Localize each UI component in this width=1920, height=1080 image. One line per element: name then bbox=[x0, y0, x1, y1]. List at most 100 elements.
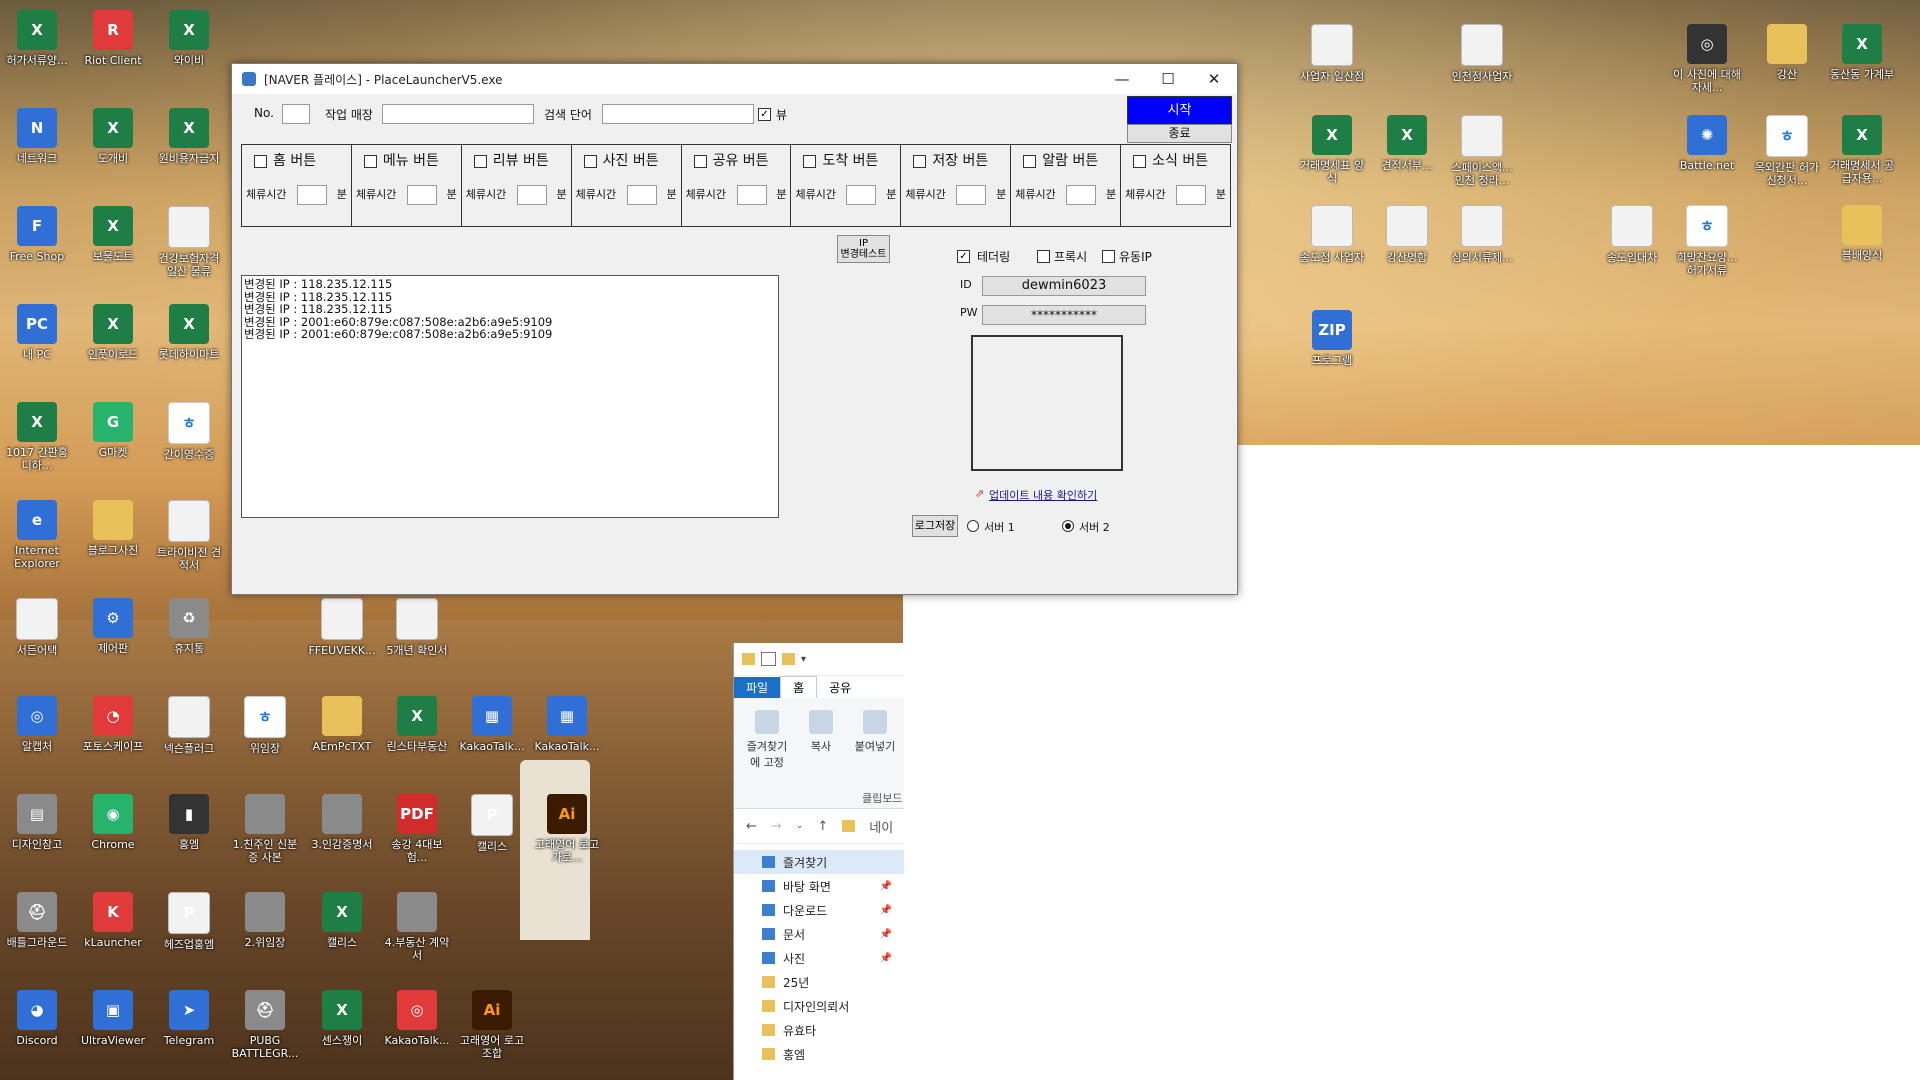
address-bar[interactable]: 네이 bbox=[869, 817, 893, 836]
stay-time-input[interactable] bbox=[846, 185, 877, 205]
desktop-icon[interactable]: ㅎ 희망찬요양... 허가서류 bbox=[1672, 205, 1742, 277]
nav-tree-item[interactable]: 바탕 화면 📌 bbox=[734, 874, 904, 898]
stay-time-input[interactable] bbox=[736, 185, 767, 205]
stay-time-input[interactable] bbox=[956, 185, 987, 205]
desktop-icon[interactable]: P 캘리스 bbox=[457, 794, 527, 853]
button-option-checkbox[interactable] bbox=[473, 154, 487, 168]
ribbon-tab[interactable]: 홈 bbox=[780, 676, 818, 698]
button-option-checkbox[interactable] bbox=[803, 154, 817, 168]
recent-icon[interactable]: ⌄ bbox=[796, 821, 804, 831]
desktop-icon[interactable]: 2.위임장 bbox=[230, 892, 300, 949]
desktop-icon[interactable]: ◎ 알캡처 bbox=[2, 696, 72, 753]
desktop-icon[interactable]: 블배양식 bbox=[1827, 205, 1897, 262]
desktop-icon[interactable]: ♻ 휴지통 bbox=[154, 598, 224, 655]
desktop-icon[interactable]: ◕ Discord bbox=[2, 990, 72, 1047]
button-option-checkbox[interactable] bbox=[913, 154, 927, 168]
desktop-icon[interactable]: G G마켓 bbox=[78, 402, 148, 459]
close-button[interactable]: ✕ bbox=[1191, 64, 1237, 94]
button-option-title[interactable]: 사진 버튼 bbox=[583, 150, 659, 170]
desktop-icon[interactable]: X 동산동 가계부 bbox=[1827, 24, 1897, 81]
desktop-icon[interactable]: N 네트워크 bbox=[2, 108, 72, 165]
button-option-checkbox[interactable] bbox=[693, 154, 707, 168]
desktop-icon[interactable]: 3.인감증명서 bbox=[307, 794, 377, 851]
desktop-icon[interactable]: 인천점사업자 bbox=[1447, 24, 1517, 83]
back-icon[interactable]: ← bbox=[746, 819, 757, 834]
button-option-title[interactable]: 저장 버튼 bbox=[913, 150, 988, 170]
no-input[interactable] bbox=[282, 104, 310, 124]
nav-tree-item[interactable]: 다운로드 📌 bbox=[734, 898, 904, 922]
desktop-icon[interactable]: X 허가서류양... bbox=[2, 10, 72, 67]
button-option-title[interactable]: 알람 버튼 bbox=[1023, 150, 1098, 170]
desktop-icon[interactable]: 스페이스액... 인천 청라... bbox=[1447, 115, 1517, 187]
desktop-icon[interactable]: X 1017 간판홍디하... bbox=[2, 402, 72, 472]
ribbon-tab[interactable]: 파일 bbox=[734, 676, 781, 698]
button-option-checkbox[interactable] bbox=[254, 154, 267, 168]
desktop-icon[interactable]: F Free Shop bbox=[2, 206, 72, 263]
ip-log-textarea[interactable]: 변경된 IP : 118.235.12.115 변경된 IP : 118.235.… bbox=[241, 275, 779, 518]
desktop-icon[interactable]: X 롯데하이마트 bbox=[154, 304, 224, 361]
log-save-button[interactable]: 로그저장 bbox=[912, 515, 958, 537]
ribbon-button[interactable]: 즐겨찾기에 고정 bbox=[742, 710, 792, 770]
desktop-icon[interactable]: 5개년 확인서 bbox=[382, 598, 452, 657]
desktop-icon[interactable]: Ai 고래영어 로고가로... bbox=[532, 794, 602, 864]
stay-time-input[interactable] bbox=[297, 185, 327, 205]
button-option-title[interactable]: 홈 버튼 bbox=[254, 150, 316, 170]
desktop-icon[interactable]: X 센스쟁이 bbox=[307, 990, 377, 1047]
desktop-icon[interactable]: P 헤즈업홍엠 bbox=[154, 892, 224, 951]
button-option-title[interactable]: 공유 버튼 bbox=[693, 150, 769, 170]
forward-icon[interactable]: → bbox=[771, 819, 782, 834]
tethering-checkbox[interactable]: ✓ bbox=[957, 250, 970, 263]
desktop-icon[interactable]: X 캘리스 bbox=[307, 892, 377, 949]
end-button[interactable]: 종료 bbox=[1127, 124, 1232, 143]
nav-tree-item[interactable]: 사진 📌 bbox=[734, 946, 904, 970]
stay-time-input[interactable] bbox=[626, 185, 657, 205]
desktop-icon[interactable]: ⛑ 배틀그라운드 bbox=[2, 892, 72, 949]
desktop-icon[interactable]: 송도점 사업자 bbox=[1297, 205, 1367, 264]
desktop-icon[interactable]: ▦ KakaoTalk... bbox=[532, 696, 602, 753]
desktop-icon[interactable]: 블로그사진 bbox=[78, 500, 148, 557]
desktop-icon[interactable]: PC 내 PC bbox=[2, 304, 72, 361]
desktop-icon[interactable]: 송도임대차 bbox=[1597, 205, 1667, 264]
ribbon-tab[interactable]: 공유 bbox=[817, 677, 863, 698]
minimize-button[interactable]: — bbox=[1099, 64, 1145, 94]
stay-time-input[interactable] bbox=[516, 185, 547, 205]
desktop-icon[interactable]: 사업자 일산점 bbox=[1297, 24, 1367, 83]
new-folder-icon[interactable] bbox=[782, 653, 795, 665]
nav-tree-item[interactable]: 디자인의뢰서 bbox=[734, 994, 904, 1018]
desktop-icon[interactable]: 강산 bbox=[1752, 24, 1822, 81]
desktop-icon[interactable]: 1.친주인 신분증 사본 bbox=[230, 794, 300, 864]
ip-change-test-button[interactable]: IP 변경테스트 bbox=[837, 235, 890, 263]
button-option-checkbox[interactable] bbox=[363, 154, 377, 168]
ribbon-button[interactable]: 복사 bbox=[796, 710, 846, 754]
desktop-icon[interactable]: X 원비용자금지 bbox=[154, 108, 224, 165]
id-field[interactable]: dewmin6023 bbox=[982, 276, 1146, 296]
desktop-icon[interactable]: 강산명함 bbox=[1372, 205, 1442, 264]
desktop-icon[interactable]: ✺ Battle.net bbox=[1672, 115, 1742, 172]
desktop-icon[interactable]: FFEUVEKK... bbox=[307, 598, 377, 657]
start-button[interactable]: 시작 bbox=[1127, 96, 1232, 125]
desktop-icon[interactable]: AEmPcTXT bbox=[307, 696, 377, 753]
desktop-icon[interactable]: ➤ Telegram bbox=[154, 990, 224, 1047]
button-option-title[interactable]: 리뷰 버튼 bbox=[473, 150, 549, 170]
button-option-title[interactable]: 메뉴 버튼 bbox=[363, 150, 439, 170]
nav-tree-item[interactable]: 즐겨찾기 bbox=[734, 850, 904, 874]
desktop-icon[interactable]: ▦ KakaoTalk... bbox=[457, 696, 527, 753]
desktop-icon[interactable]: 서든어택 bbox=[2, 598, 72, 657]
desktop-icon[interactable]: ◎ KakaoTalk... bbox=[382, 990, 452, 1047]
desktop-icon[interactable]: ▤ 디자인참고 bbox=[2, 794, 72, 851]
desktop-icon[interactable]: X 린스타부동산 bbox=[382, 696, 452, 753]
desktop-icon[interactable]: X 견적서부... bbox=[1372, 115, 1442, 172]
desktop-icon[interactable]: e Internet Explorer bbox=[2, 500, 72, 570]
nav-tree-item[interactable]: 문서 📌 bbox=[734, 922, 904, 946]
desktop-icon[interactable]: ㅎ 위임장 bbox=[230, 696, 300, 755]
server2-radio[interactable] bbox=[1062, 520, 1074, 532]
customize-toolbar-icon[interactable]: ▾ bbox=[801, 654, 806, 665]
title-bar[interactable]: [NAVER 플레이스] - PlaceLauncherV5.exe — ☐ ✕ bbox=[232, 64, 1237, 94]
desktop-icon[interactable]: KkLauncher bbox=[78, 892, 148, 949]
desktop-icon[interactable]: ▣ UltraViewer bbox=[78, 990, 148, 1047]
desktop-icon[interactable]: X 보물도트 bbox=[78, 206, 148, 263]
update-link[interactable]: 업데이트 내용 확인하기 bbox=[989, 487, 1097, 503]
proxy-checkbox[interactable] bbox=[1037, 250, 1050, 263]
desktop-icon[interactable]: X 거래명세서 공급자용... bbox=[1827, 115, 1897, 185]
desktop-icon[interactable]: 심의서류제... bbox=[1447, 205, 1517, 264]
